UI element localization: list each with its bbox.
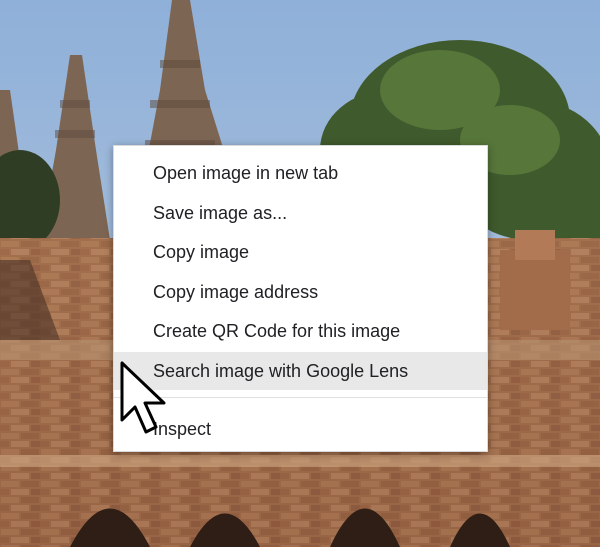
menu-item-copy-image[interactable]: Copy image [114, 233, 487, 271]
menu-item-copy-image-address[interactable]: Copy image address [114, 273, 487, 311]
menu-item-create-qr-code[interactable]: Create QR Code for this image [114, 312, 487, 350]
menu-item-save-image-as[interactable]: Save image as... [114, 194, 487, 232]
menu-item-open-image-new-tab[interactable]: Open image in new tab [114, 154, 487, 192]
mouse-cursor-icon [120, 361, 166, 434]
screen: Open image in new tab Save image as... C… [0, 0, 600, 547]
